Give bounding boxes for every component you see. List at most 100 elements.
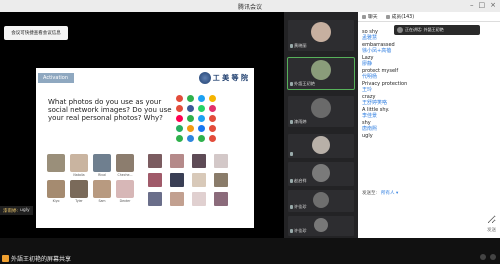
participant-tile[interactable]: 外語王初艳: [287, 57, 355, 90]
participant-tile[interactable]: 许佳珍: [288, 216, 354, 236]
title-bar: 腾讯会议 – □ ×: [0, 0, 500, 12]
profile-photo: Dexter: [115, 180, 135, 203]
avatar-thumbnail: [170, 192, 184, 206]
profile-photo: [46, 154, 66, 177]
participant-name: 外語王初艳: [294, 81, 315, 86]
avatar-thumbnail: [148, 192, 162, 206]
chat-message-text: ugly: [362, 133, 373, 139]
bottom-bar: 外語王初艳的屏幕共享: [0, 238, 500, 264]
profile-photo: Kiyo: [46, 180, 66, 203]
participant-name: 黄晓丽: [294, 43, 307, 48]
social-app-icon: [198, 135, 205, 142]
participant-name: 漆雨婷: [294, 119, 307, 124]
profile-photo: Tyler: [69, 180, 89, 203]
microphone-icon: [290, 120, 293, 124]
meeting-info-notice[interactable]: 会议可快捷查看会议信息: [4, 26, 68, 40]
photo-label: Tyler: [75, 199, 83, 203]
minimize-icon[interactable]: –: [470, 1, 474, 9]
social-app-icon: [176, 125, 183, 132]
screen-share-icon: [2, 255, 9, 262]
tab-chat-label: 聊天: [368, 15, 378, 20]
chat-sender-name[interactable]: 徐小凤+高蓓: [362, 48, 492, 54]
photo-image: [47, 180, 65, 198]
social-app-icon: [209, 135, 216, 142]
logo-text: 工 美 等 院: [212, 73, 248, 82]
participant-name: 赵启祥: [294, 178, 307, 183]
participant-tile[interactable]: 漆雨婷: [288, 96, 354, 127]
avatar-thumbnail: [170, 154, 184, 168]
maximize-icon[interactable]: □: [479, 1, 486, 9]
screen-share-text: 外語王初艳的屏幕共享: [11, 256, 72, 263]
social-app-icon: [198, 125, 205, 132]
participant-tile[interactable]: 许佳珍: [288, 190, 354, 212]
chat-sender-name[interactable]: 代明杨: [362, 74, 492, 80]
participant-name-row: 许佳珍: [290, 228, 307, 234]
photo-image: [116, 154, 134, 172]
photo-image: [116, 180, 134, 198]
social-app-icon: [198, 115, 205, 122]
microphone-icon: [290, 179, 293, 183]
tab-chat[interactable]: 聊天: [358, 13, 382, 20]
participant-tile[interactable]: [288, 134, 354, 158]
photo-image: [93, 180, 111, 198]
social-app-icon: [209, 125, 216, 132]
social-app-icon: [209, 105, 216, 112]
photo-label: Sam: [98, 199, 106, 203]
avatar-thumbnail: [192, 154, 206, 168]
chat-tabs: 聊天 成员(143): [358, 12, 500, 22]
settings-icon[interactable]: [480, 254, 486, 260]
avatar-thumbnail: [214, 173, 228, 187]
participant-avatar: [312, 164, 330, 182]
send-button[interactable]: 发送: [487, 227, 496, 233]
social-app-icon: [198, 95, 205, 102]
participant-avatar: [311, 98, 331, 118]
members-icon: [385, 14, 390, 19]
participant-avatar: [311, 22, 331, 42]
social-app-icon: [209, 95, 216, 102]
social-app-icon: [187, 115, 194, 122]
participant-tile[interactable]: 赵启祥: [288, 162, 354, 186]
screen-share-indicator[interactable]: 外語王初艳的屏幕共享: [2, 254, 71, 263]
participant-name-row: [290, 152, 294, 156]
slide-question: What photos do you use as your social ne…: [48, 98, 172, 122]
chat-input[interactable]: [362, 198, 496, 224]
slide-tag: Activation: [38, 73, 74, 83]
participant-name-row: 外語王初艳: [290, 81, 315, 87]
participant-video-column: 黄晓丽 外語王初艳 漆雨婷 赵启祥 许佳珍 许佳珍: [284, 12, 358, 238]
social-app-icon: [198, 105, 205, 112]
profile-photo: Cheche...: [115, 154, 135, 177]
tab-members-label: 成员(143): [391, 15, 415, 20]
participant-avatar: [311, 60, 331, 80]
speaker-text: ugly: [20, 208, 30, 213]
fullscreen-icon[interactable]: [490, 254, 496, 260]
chat-panel: 聊天 成员(143) 正在讲话: 外語王初艳 so shy 孟雅慧 embarras…: [358, 12, 500, 238]
chat-sender-name[interactable]: 李佳景: [362, 113, 492, 119]
send-to-row: 发送至: 所有人 ▾: [362, 190, 398, 196]
chat-sender-name[interactable]: 唐南熙: [362, 126, 492, 132]
participant-name-row: 赵启祥: [290, 178, 307, 184]
participant-name-row: 漆雨婷: [290, 119, 307, 125]
profile-photo-grid: Natalia Rival Cheche... Kiyo Tyler Sam Dexter: [46, 154, 135, 203]
chat-sender-name[interactable]: 王舒婷笑咯: [362, 100, 492, 106]
social-app-icon: [176, 135, 183, 142]
photo-label: Cheche...: [117, 173, 133, 177]
close-icon[interactable]: ×: [490, 1, 496, 9]
bottom-controls: [480, 254, 496, 260]
microphone-icon: [290, 82, 293, 86]
send-to-label: 发送至:: [362, 191, 378, 196]
participant-avatar: [313, 192, 329, 208]
logo-seal-icon: [198, 72, 211, 84]
app-icon-grid: [176, 95, 216, 142]
tab-members[interactable]: 成员(143): [382, 13, 419, 20]
avatar-thumbnail: [192, 173, 206, 187]
chat-sender-name[interactable]: 孟雅慧: [362, 35, 492, 41]
profile-photo: Natalia: [69, 154, 89, 177]
photo-image: [47, 154, 65, 172]
chat-sender-name[interactable]: 廖静: [362, 61, 492, 67]
participant-tile[interactable]: 黄晓丽: [288, 20, 354, 51]
photo-label: Kiyo: [52, 199, 60, 203]
send-to-select[interactable]: 所有人 ▾: [381, 190, 398, 196]
university-logo: 工 美 等 院: [198, 72, 248, 84]
chat-sender-name[interactable]: 王玲: [362, 87, 492, 93]
photo-image: [70, 180, 88, 198]
